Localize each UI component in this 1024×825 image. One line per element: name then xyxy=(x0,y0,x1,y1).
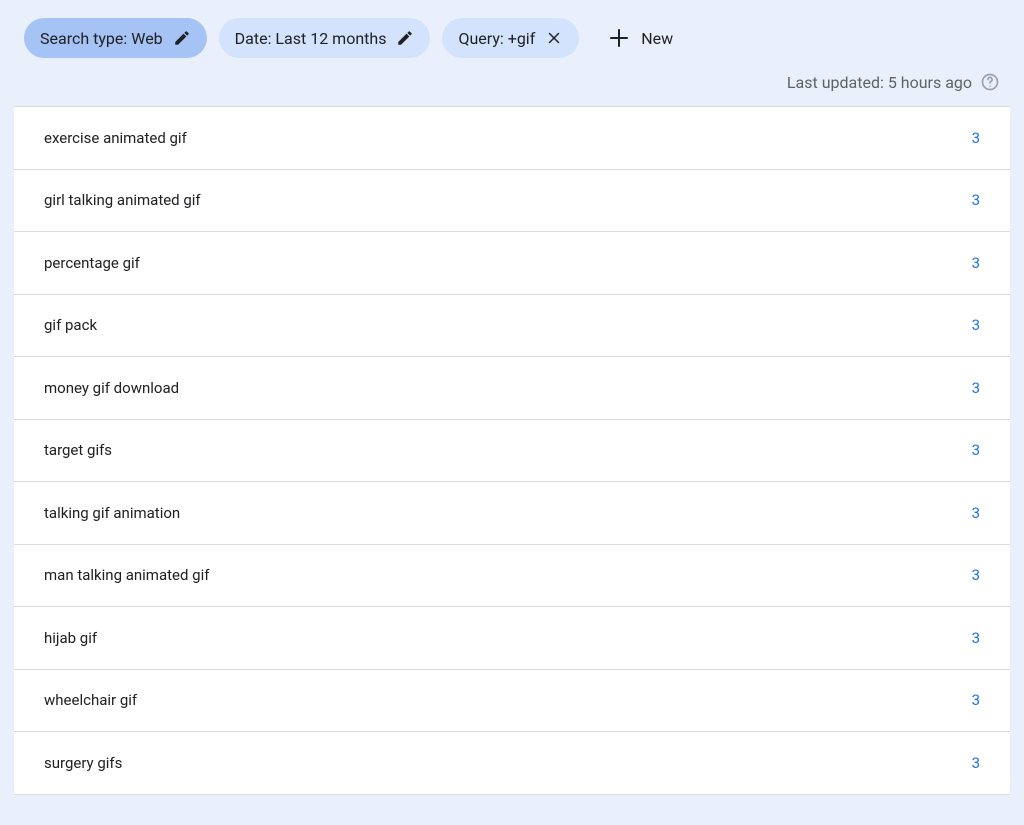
query-label: wheelchair gif xyxy=(44,691,137,709)
filter-chip-query[interactable]: Query: +gif xyxy=(442,18,579,58)
table-row[interactable]: surgery gifs 3 xyxy=(14,732,1010,795)
query-value: 3 xyxy=(972,254,980,272)
edit-icon xyxy=(173,29,191,47)
query-value: 3 xyxy=(972,691,980,709)
table-row[interactable]: talking gif animation 3 xyxy=(14,482,1010,545)
plus-icon xyxy=(607,26,631,50)
query-value: 3 xyxy=(972,379,980,397)
filter-chip-label: Search type: Web xyxy=(40,29,163,48)
query-value: 3 xyxy=(972,316,980,334)
query-label: hijab gif xyxy=(44,629,97,647)
table-row[interactable]: wheelchair gif 3 xyxy=(14,670,1010,733)
query-value: 3 xyxy=(972,504,980,522)
close-icon[interactable] xyxy=(545,29,563,47)
query-label: talking gif animation xyxy=(44,504,180,522)
filter-bar: Search type: Web Date: Last 12 months Qu… xyxy=(0,0,1024,66)
table-row[interactable]: target gifs 3 xyxy=(14,420,1010,483)
query-value: 3 xyxy=(972,441,980,459)
filter-chip-label: Query: +gif xyxy=(458,29,535,48)
table-row[interactable]: percentage gif 3 xyxy=(14,232,1010,295)
filter-chip-search-type[interactable]: Search type: Web xyxy=(24,18,207,58)
query-label: money gif download xyxy=(44,379,179,397)
query-label: percentage gif xyxy=(44,254,140,272)
query-label: man talking animated gif xyxy=(44,566,209,584)
query-label: target gifs xyxy=(44,441,112,459)
query-value: 3 xyxy=(972,566,980,584)
status-row: Last updated: 5 hours ago xyxy=(0,66,1024,106)
last-updated-text: Last updated: 5 hours ago xyxy=(787,73,972,92)
query-value: 3 xyxy=(972,629,980,647)
query-label: girl talking animated gif xyxy=(44,191,201,209)
table-row[interactable]: exercise animated gif 3 xyxy=(14,107,1010,170)
query-value: 3 xyxy=(972,191,980,209)
query-label: exercise animated gif xyxy=(44,129,187,147)
new-button-label: New xyxy=(641,29,673,48)
query-table: exercise animated gif3girl talking anima… xyxy=(14,106,1010,795)
filter-chip-date[interactable]: Date: Last 12 months xyxy=(219,18,431,58)
table-row[interactable]: man talking animated gif 3 xyxy=(14,545,1010,608)
query-label: surgery gifs xyxy=(44,754,122,772)
edit-icon xyxy=(396,29,414,47)
query-label: gif pack xyxy=(44,316,97,334)
table-row[interactable]: hijab gif 3 xyxy=(14,607,1010,670)
query-value: 3 xyxy=(972,754,980,772)
table-row[interactable]: money gif download 3 xyxy=(14,357,1010,420)
table-row[interactable]: gif pack 3 xyxy=(14,295,1010,358)
filter-chip-label: Date: Last 12 months xyxy=(235,29,387,48)
help-icon[interactable] xyxy=(980,72,1000,92)
query-value: 3 xyxy=(972,129,980,147)
new-filter-button[interactable]: New xyxy=(591,18,689,58)
table-row[interactable]: girl talking animated gif 3 xyxy=(14,170,1010,233)
